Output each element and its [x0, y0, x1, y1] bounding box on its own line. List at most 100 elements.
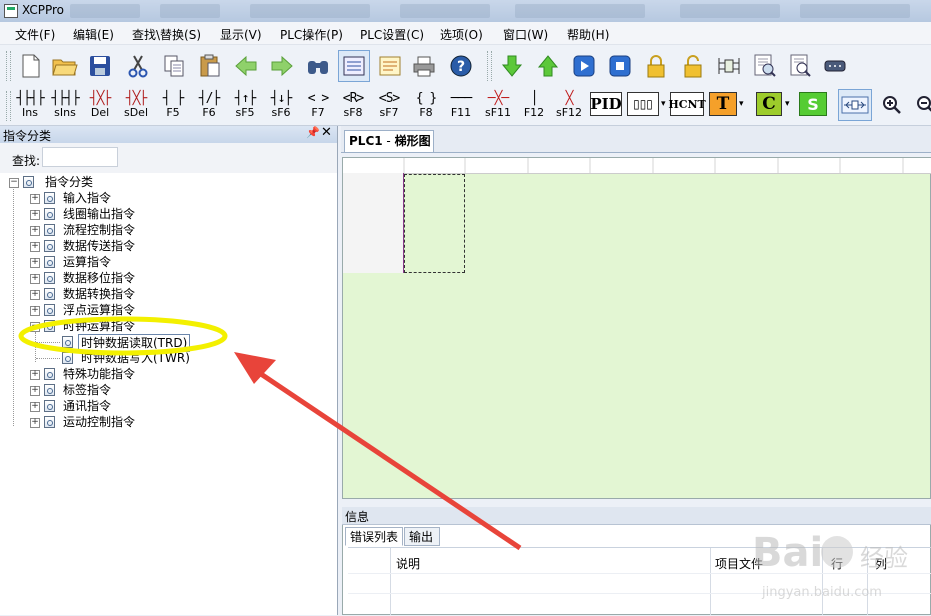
column-header-description[interactable]: 说明	[396, 555, 420, 572]
toolbar-grip[interactable]	[6, 91, 11, 121]
menu-options[interactable]: 选项(O)	[440, 26, 483, 43]
tree-item-twr[interactable]: 时钟数据写入(TWR)	[81, 350, 190, 366]
run-icon[interactable]	[570, 52, 598, 80]
tree-item-communication[interactable]: 通讯指令	[63, 398, 111, 414]
tree-item-input[interactable]: 输入指令	[63, 190, 111, 206]
find-binoculars-icon[interactable]	[304, 52, 332, 80]
shift-insert-button[interactable]: ┤├┤├ sIns	[49, 90, 81, 122]
tab-ladder-diagram[interactable]: PLC1 - 梯形图	[344, 130, 434, 152]
shift-delete-button[interactable]: ┤╳├ sDel	[120, 90, 152, 122]
menu-window[interactable]: 窗口(W)	[503, 26, 548, 43]
download-icon[interactable]	[498, 52, 526, 80]
forward-arrow-icon[interactable]	[268, 52, 296, 80]
vertical-line-button[interactable]: │ F12	[518, 90, 550, 122]
expand-icon[interactable]: +	[30, 386, 40, 396]
contact-nc-button[interactable]: ┤/├ F6	[193, 90, 225, 122]
save-icon[interactable]	[86, 52, 114, 80]
collapse-icon[interactable]: −	[30, 322, 40, 332]
rising-edge-button[interactable]: ┤↑├ sF5	[229, 90, 261, 122]
help-icon[interactable]: ?	[447, 52, 475, 80]
insert-row-button[interactable]: ┤├┤├ Ins	[14, 90, 46, 122]
zoom-out-icon[interactable]	[912, 91, 931, 119]
ladder-cursor[interactable]	[404, 174, 465, 273]
expand-icon[interactable]: +	[30, 210, 40, 220]
tree-item-data-shift[interactable]: 数据移位指令	[63, 270, 135, 286]
expand-icon[interactable]: +	[30, 306, 40, 316]
tree-item-coil-output[interactable]: 线圈输出指令	[63, 206, 135, 222]
search-replace-icon[interactable]	[787, 52, 815, 80]
tree-root[interactable]: 指令分类	[45, 174, 93, 190]
new-file-icon[interactable]	[17, 52, 45, 80]
close-icon[interactable]: ✕	[321, 125, 332, 140]
coil-button[interactable]: < > F7	[302, 90, 334, 122]
hcnt-button[interactable]: HCNT	[668, 92, 706, 116]
expand-icon[interactable]: +	[30, 290, 40, 300]
expand-icon[interactable]: +	[30, 418, 40, 428]
chevron-down-icon[interactable]: ▾	[661, 99, 666, 109]
list-view-icon[interactable]	[376, 52, 404, 80]
timer-button[interactable]: T	[709, 92, 737, 116]
tree-item-data-conversion[interactable]: 数据转换指令	[63, 286, 135, 302]
copy-icon[interactable]	[160, 52, 188, 80]
state-button[interactable]: S	[799, 92, 827, 116]
delete-vertical-line-button[interactable]: ╳ sF12	[553, 90, 585, 122]
menu-find-replace[interactable]: 查找\替换(S)	[132, 26, 201, 43]
pulse-button[interactable]: ▯▯▯	[627, 92, 659, 116]
tree-item-flow-control[interactable]: 流程控制指令	[63, 222, 135, 238]
tree-item-motion-control[interactable]: 运动控制指令	[63, 414, 135, 430]
contact-no-button[interactable]: ┤ ├ F5	[157, 90, 189, 122]
pid-button[interactable]: PID	[590, 92, 622, 116]
expand-icon[interactable]: +	[30, 402, 40, 412]
zoom-in-icon[interactable]	[878, 91, 906, 119]
delete-horizontal-line-button[interactable]: ─╳─ sF11	[482, 90, 514, 122]
application-instruction-button[interactable]: { } F8	[410, 90, 442, 122]
tab-output[interactable]: 输出	[404, 527, 440, 546]
delete-row-button[interactable]: ┤╳├ Del	[84, 90, 116, 122]
tree-item-arithmetic[interactable]: 运算指令	[63, 254, 111, 270]
pin-icon[interactable]: 📌	[306, 126, 320, 139]
toolbar-grip[interactable]	[487, 51, 492, 81]
tree-item-clock[interactable]: 时钟运算指令	[63, 318, 135, 334]
monitor-icon[interactable]	[715, 52, 743, 80]
print-icon[interactable]	[410, 52, 438, 80]
chevron-down-icon[interactable]: ▾	[739, 99, 744, 109]
stop-icon[interactable]	[606, 52, 634, 80]
open-folder-icon[interactable]	[51, 52, 79, 80]
expand-icon[interactable]: +	[30, 242, 40, 252]
menu-view[interactable]: 显示(V)	[220, 26, 262, 43]
cut-icon[interactable]	[124, 52, 152, 80]
upload-icon[interactable]	[534, 52, 562, 80]
falling-edge-button[interactable]: ┤↓├ sF6	[265, 90, 297, 122]
expand-icon[interactable]: +	[30, 258, 40, 268]
menu-edit[interactable]: 编辑(E)	[73, 26, 114, 43]
expand-icon[interactable]: +	[30, 194, 40, 204]
horizontal-line-button[interactable]: ─── F11	[445, 90, 477, 122]
tree-item-data-transfer[interactable]: 数据传送指令	[63, 238, 135, 254]
ladder-view-icon[interactable]	[338, 50, 370, 82]
chevron-down-icon[interactable]: ▾	[785, 99, 790, 109]
expand-icon[interactable]: +	[30, 370, 40, 380]
set-coil-button[interactable]: <S> sF7	[373, 90, 405, 122]
wire-toggle-icon[interactable]	[838, 89, 872, 121]
counter-button[interactable]: C	[756, 92, 782, 116]
search-input[interactable]	[42, 147, 118, 167]
expand-icon[interactable]: +	[30, 274, 40, 284]
tab-error-list[interactable]: 错误列表	[345, 527, 403, 546]
lock-icon[interactable]	[642, 52, 670, 80]
serial-port-icon[interactable]	[821, 52, 849, 80]
tree-item-label[interactable]: 标签指令	[63, 382, 111, 398]
menu-file[interactable]: 文件(F)	[15, 26, 55, 43]
paste-icon[interactable]	[196, 52, 224, 80]
menu-plc-operation[interactable]: PLC操作(P)	[280, 26, 343, 43]
menu-plc-settings[interactable]: PLC设置(C)	[360, 26, 424, 43]
unlock-icon[interactable]	[679, 52, 707, 80]
expand-icon[interactable]: +	[30, 226, 40, 236]
search-doc-icon[interactable]	[751, 52, 779, 80]
tree-item-float-arithmetic[interactable]: 浮点运算指令	[63, 302, 135, 318]
menu-help[interactable]: 帮助(H)	[567, 26, 609, 43]
back-arrow-icon[interactable]	[232, 52, 260, 80]
tree-item-special-function[interactable]: 特殊功能指令	[63, 366, 135, 382]
toolbar-grip[interactable]	[6, 51, 11, 81]
collapse-icon[interactable]: −	[9, 178, 19, 188]
reset-coil-button[interactable]: <R> sF8	[337, 90, 369, 122]
